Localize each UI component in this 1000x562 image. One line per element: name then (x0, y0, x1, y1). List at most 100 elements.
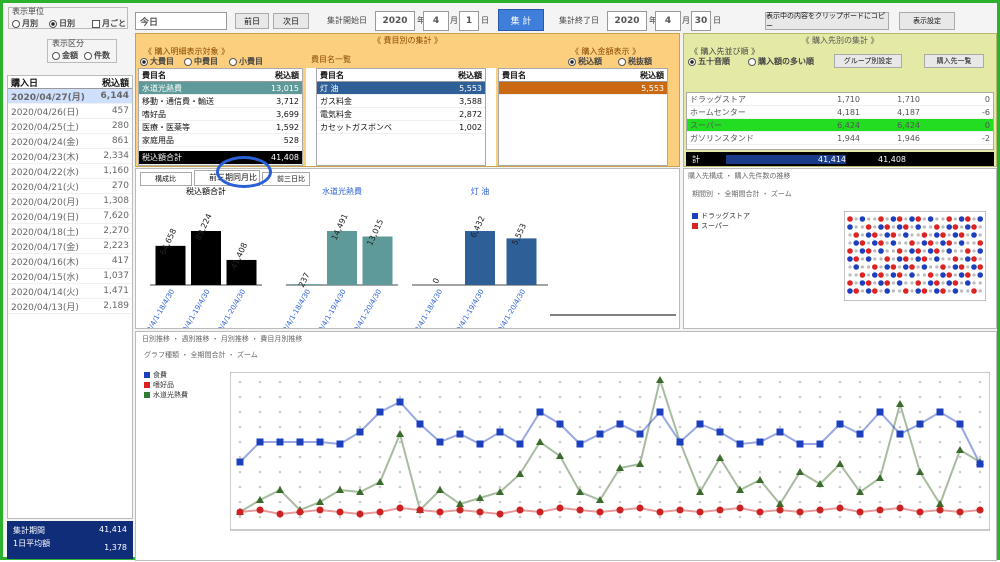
calendar-option[interactable]: 月ごと (92, 18, 126, 29)
date-list-row[interactable]: 2020/04/15(水) 1,037 (8, 269, 132, 284)
store-list-button[interactable]: 購入先一覧 (924, 54, 984, 68)
category-row[interactable]: 5,553 (499, 82, 667, 95)
radio-medium[interactable]: 中費目 (184, 56, 218, 67)
tab-composition[interactable]: 構成比 (140, 172, 192, 186)
scrollbar-2[interactable] (486, 68, 496, 166)
scatter-dot (960, 249, 964, 253)
grid-dot (598, 455, 602, 459)
grid-dot (798, 500, 802, 504)
grid-dot (478, 425, 482, 429)
group-settings-button[interactable]: グループ別設定 (834, 54, 902, 68)
grid-dot (898, 425, 902, 429)
series-point (316, 438, 324, 446)
start-year-field[interactable]: 2020 (375, 11, 415, 31)
date-list-row[interactable]: 2020/04/24(金) 861 (8, 134, 132, 149)
category-row[interactable]: 水道光熱費 13,015 (139, 82, 302, 95)
series-point (296, 438, 304, 446)
category-name: カセットガスボンベ (320, 122, 392, 132)
scatter-dot (929, 225, 933, 229)
end-day-field[interactable]: 30 (691, 11, 711, 31)
radio-sort-a[interactable]: 五十音順 (688, 56, 730, 67)
mode-label: 表示区分 (52, 39, 84, 48)
category-row[interactable]: 医療・医薬等 1,592 (139, 121, 302, 134)
scatter-dot (884, 224, 890, 230)
scatter-dot (878, 224, 884, 230)
series-point (576, 440, 584, 448)
date-list-row[interactable]: 2020/04/21(火) 270 (8, 179, 132, 194)
grid-dot (838, 440, 842, 444)
period-select[interactable]: 今日 (135, 12, 227, 30)
radio-monthly[interactable]: 月別 (12, 18, 38, 29)
category-row[interactable]: 電気料金 2,872 (317, 108, 485, 121)
grid-dot (418, 455, 422, 459)
copy-button[interactable]: 表示中の内容をクリップボードにコピー (765, 12, 889, 30)
store-row[interactable]: スーパー 6,424 6,424 0 (687, 119, 993, 132)
radio-daily[interactable]: 日別 (49, 18, 75, 29)
date-list-row[interactable]: 2020/04/19(日) 7,620 (8, 209, 132, 224)
settings-button[interactable]: 表示設定 (899, 12, 955, 30)
grid-dot (618, 515, 622, 519)
radio-large[interactable]: 大費目 (140, 56, 174, 67)
scatter-dot (854, 225, 858, 229)
scatter-controls[interactable]: 期間別 ・ 全期間合計 ・ ズーム (692, 189, 792, 199)
category-row[interactable]: 灯 油 5,553 (317, 82, 485, 95)
grid-dot (978, 410, 982, 414)
series-point (456, 430, 464, 438)
trend-tabs[interactable]: 日別推移 ・ 週別推移 ・ 月別推移 ・ 費目月別推移 (142, 334, 302, 344)
store-row[interactable]: ガソリンスタンド 1,944 1,946 -2 (687, 132, 993, 145)
grid-dot (278, 470, 282, 474)
scrollbar-1[interactable] (306, 68, 316, 166)
chart-title: 灯 油 (471, 186, 490, 196)
scatter-dot (915, 288, 921, 294)
grid-dot (718, 440, 722, 444)
radio-mode-b[interactable]: 件数 (84, 50, 110, 61)
grid-dot (418, 395, 422, 399)
date-list-row[interactable]: 2020/04/14(火) 1,471 (8, 284, 132, 299)
date-list-row[interactable]: 2020/04/26(日) 457 (8, 104, 132, 119)
end-year-field[interactable]: 2020 (607, 11, 647, 31)
store-row[interactable]: ホームセンター 4,181 4,187 -6 (687, 106, 993, 119)
category-row[interactable]: ガス料金 3,588 (317, 95, 485, 108)
radio-mode-a[interactable]: 金額 (52, 50, 78, 61)
aggregate-button[interactable]: 集 計 (498, 9, 544, 31)
prev-button[interactable]: 前日 (235, 13, 269, 29)
date-list-row[interactable]: 2020/04/22(水) 1,160 (8, 164, 132, 179)
grid-dot (238, 455, 242, 459)
store-row[interactable]: ドラッグストア 1,710 1,710 0 (687, 93, 993, 106)
trend-controls[interactable]: グラフ種類 ・ 全期間合計 ・ ズーム (144, 350, 258, 360)
grid-dot (758, 470, 762, 474)
series-point (496, 428, 504, 436)
date-list-row[interactable]: 2020/04/25(土) 280 (8, 119, 132, 134)
scatter-dot (940, 288, 946, 294)
grid-dot (378, 500, 382, 504)
scatter-dot (878, 216, 884, 222)
start-day-field[interactable]: 1 (459, 11, 479, 31)
radio-sort-b[interactable]: 購入額の多い順 (748, 56, 814, 67)
date-list-row[interactable]: 2020/04/17(金) 2,223 (8, 239, 132, 254)
radio-small[interactable]: 小費目 (229, 56, 263, 67)
date-list-row[interactable]: 2020/04/23(木) 2,334 (8, 149, 132, 164)
category-list-button[interactable]: 費目名一覧 (286, 51, 376, 67)
series-point (756, 508, 764, 516)
date-list-row[interactable]: 2020/04/20(月) 1,308 (8, 194, 132, 209)
date-list-row[interactable]: 2020/04/16(木) 417 (8, 254, 132, 269)
category-row[interactable]: 移動・通信費・輸送 3,712 (139, 95, 302, 108)
scatter-dot (853, 288, 859, 294)
date-list-row[interactable]: 2020/04/13(月) 2,189 (8, 299, 132, 314)
date-list-row[interactable]: 2020/04/18(土) 2,270 (8, 224, 132, 239)
category-row[interactable]: 家庭用品 528 (139, 134, 302, 147)
category-row[interactable]: 嗜好品 3,699 (139, 108, 302, 121)
row-value: 7,620 (103, 211, 129, 221)
medium-category-table: 費目名 税込額 灯 油 5,553 ガス料金 3,588 電気料金 2,872 カセットガスボ… (316, 68, 486, 166)
start-month-field[interactable]: 4 (423, 11, 449, 31)
scatter-dot (891, 257, 895, 261)
radio-tax-excl[interactable]: 税抜額 (618, 56, 652, 67)
date-list-row[interactable]: 2020/04/27(月) 6,144 (8, 89, 132, 104)
grid-dot (718, 395, 722, 399)
end-month-field[interactable]: 4 (655, 11, 681, 31)
radio-tax-incl[interactable]: 税込額 (568, 56, 602, 67)
scatter-tabs[interactable]: 購入先構成 ・ 購入先件数の推移 (688, 171, 790, 181)
next-button[interactable]: 次日 (273, 13, 309, 29)
day-unit: 日 (481, 16, 489, 25)
category-row[interactable]: カセットガスボンベ 1,002 (317, 121, 485, 134)
